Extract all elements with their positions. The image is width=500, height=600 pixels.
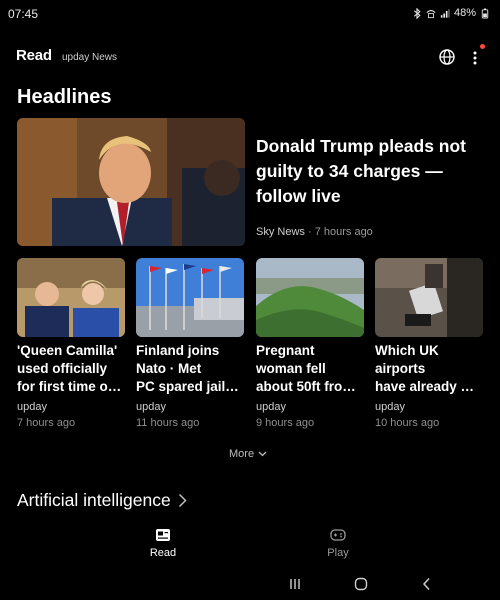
globe-icon[interactable] [438,48,456,66]
hero-article-source: Sky News [256,226,305,238]
recent-apps-icon[interactable] [287,576,303,592]
section-title-ai: Artificial intelligence [17,490,171,510]
news-card-image [136,258,244,337]
news-card-time: 7 hours ago [17,417,76,429]
wifi-calling-icon [426,9,436,18]
meta-separator: · [307,226,312,238]
status-icons: 48% [412,7,490,19]
news-card[interactable]: Which UK airports have already … upday 1… [375,258,483,433]
news-card-time: 11 hours ago [136,417,200,429]
more-options-icon[interactable] [466,46,484,68]
news-card-title: Which UK airports have already … [375,343,475,394]
news-card-image [256,258,364,337]
chevron-down-icon [258,451,267,457]
news-card-image [17,258,125,337]
news-card[interactable]: Pregnant woman fell about 50ft fro… upda… [256,258,364,433]
notification-dot [480,44,485,49]
more-button[interactable]: More [229,448,267,460]
section-title-headlines: Headlines [17,86,112,108]
news-card-time: 9 hours ago [256,417,315,429]
news-card-time: 10 hours ago [375,417,440,429]
news-card-source: upday [17,401,47,413]
news-card-source: upday [136,401,166,413]
news-card[interactable]: 'Queen Camilla' used officially for firs… [17,258,125,433]
home-icon[interactable] [353,576,369,592]
news-card-source: upday [256,401,286,413]
news-card-image [375,258,483,337]
nav-tab-read-label: Read [149,547,177,559]
battery-icon [481,7,489,19]
news-card-title: Finland joins Nato · Met PC spared jail… [136,343,239,394]
nav-tab-read[interactable]: Read [133,528,193,559]
hero-article-image [17,118,245,246]
battery-text: 48% [453,7,476,19]
newspaper-icon [156,529,170,541]
app-brand: Read [16,47,52,64]
news-card-title: 'Queen Camilla' used officially for firs… [17,343,122,394]
status-bar: 07:45 48% [0,0,500,30]
app-bar: Read upday News [0,40,500,74]
nav-tab-play-label: Play [327,547,349,559]
nav-tab-play[interactable]: Play [308,528,368,559]
more-label: More [229,448,255,460]
hero-article-title[interactable]: Donald Trump pleads not guilty to 34 cha… [256,134,480,209]
gamepad-icon [330,529,346,541]
bottom-navigation: Read Play [0,522,500,566]
back-icon[interactable] [419,576,435,592]
chevron-right-icon [178,493,187,508]
hero-article-time: 7 hours ago [314,226,373,238]
bluetooth-icon [413,7,421,19]
system-navigation-bar [0,568,500,600]
hero-article-meta: Sky News · 7 hours ago [256,226,373,238]
signal-icon [440,8,450,18]
headline-cards: 'Queen Camilla' used officially for firs… [17,258,483,438]
hero-article[interactable]: Donald Trump pleads not guilty to 34 cha… [17,118,483,246]
news-card[interactable]: Finland joins Nato · Met PC spared jail…… [136,258,244,433]
news-card-title: Pregnant woman fell about 50ft fro… [256,343,356,394]
news-card-source: upday [375,401,405,413]
app-brand-subtitle: upday News [62,52,118,63]
status-time: 07:45 [8,7,39,21]
section-link-artificial-intelligence[interactable]: Artificial intelligence [17,490,187,511]
